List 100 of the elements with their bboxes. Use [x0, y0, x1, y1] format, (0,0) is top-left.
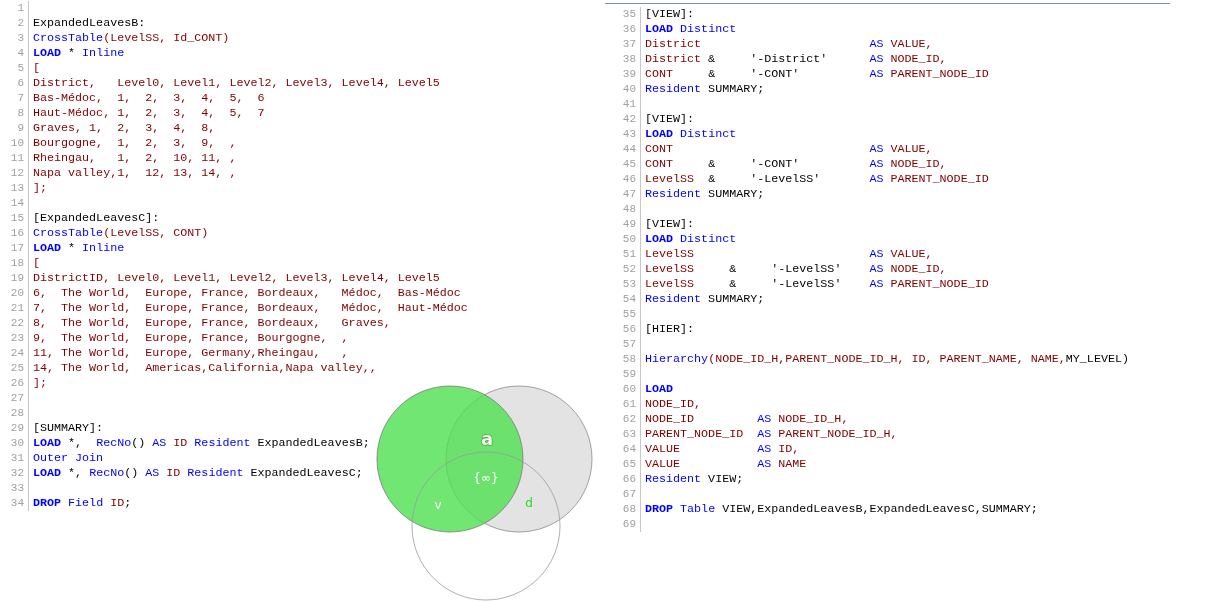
- line-number: 69: [621, 517, 637, 532]
- line-number: 37: [621, 37, 637, 52]
- line-number: 65: [621, 457, 637, 472]
- venn-label: a: [480, 428, 494, 449]
- line-number: 22: [9, 316, 25, 331]
- code-line: LOAD Distinct: [645, 22, 737, 36]
- line-number: 58: [621, 352, 637, 367]
- line-number: 19: [9, 271, 25, 286]
- code-line: Hierarchy(NODE_ID_H,PARENT_NODE_ID_H, ID, PARENT_NAME, NAME,MY_LEVEL): [645, 352, 1129, 366]
- line-number: 66: [621, 472, 637, 487]
- code-line: Resident SUMMARY;: [645, 292, 765, 306]
- code-line: LevelSS & '-LevelSS' AS PARENT_NODE_ID: [645, 277, 989, 291]
- code-line: LOAD * Inline: [33, 241, 125, 255]
- line-number: 10: [9, 136, 25, 151]
- code-line: CrossTable(LevelSS, Id_CONT): [33, 31, 230, 45]
- line-number: 50: [621, 232, 637, 247]
- code-line: ];: [33, 376, 48, 390]
- code-line: 9, The World, Europe, France, Bourgogne, ,: [33, 331, 349, 345]
- venn-label: d: [525, 495, 533, 510]
- line-number: 60: [621, 382, 637, 397]
- code-line: [VIEW]:: [645, 112, 695, 126]
- code-line: LevelSS AS VALUE,: [645, 247, 933, 261]
- line-number: 40: [621, 82, 637, 97]
- code-line: NODE_ID AS NODE_ID_H,: [645, 412, 849, 426]
- code-line: Outer Join: [33, 451, 104, 465]
- line-number: 25: [9, 361, 25, 376]
- line-number: 44: [621, 142, 637, 157]
- code-line: LOAD * Inline: [33, 46, 125, 60]
- code-line: LOAD: [645, 382, 674, 396]
- line-number: 24: [9, 346, 25, 361]
- line-number: 54: [621, 292, 637, 307]
- line-number: 48: [621, 202, 637, 217]
- line-number: 16: [9, 226, 25, 241]
- line-number: 30: [9, 436, 25, 451]
- code-line: District AS VALUE,: [645, 37, 933, 51]
- line-number: 3: [16, 31, 25, 46]
- code-line: District & '-District' AS NODE_ID,: [645, 52, 947, 66]
- venn-label: {∞}: [473, 470, 499, 485]
- line-number: 18: [9, 256, 25, 271]
- code-line: 14, The World, Americas,California,Napa valley,,: [33, 361, 377, 375]
- line-number: 32: [9, 466, 25, 481]
- code-line: [ExpandedLeavesC]:: [33, 211, 160, 225]
- code-line: LOAD *, RecNo() AS ID Resident ExpandedLeavesC;: [33, 466, 363, 480]
- line-number: 52: [621, 262, 637, 277]
- line-number: 49: [621, 217, 637, 232]
- code-line: CONT AS VALUE,: [645, 142, 933, 156]
- line-number: 29: [9, 421, 25, 436]
- code-line: LevelSS & '-LevelSS' AS PARENT_NODE_ID: [645, 172, 989, 186]
- code-line: 6, The World, Europe, France, Bordeaux, Médoc, Bas-Médoc: [33, 286, 461, 300]
- line-number: 61: [621, 397, 637, 412]
- code-line: [HIER]:: [645, 322, 695, 336]
- code-line: DistrictID, Level0, Level1, Level2, Level3, Level4, Level5: [33, 271, 440, 285]
- line-number: 9: [16, 121, 25, 136]
- line-number: 28: [9, 406, 25, 421]
- line-number: 62: [621, 412, 637, 427]
- line-number: 59: [621, 367, 637, 382]
- line-number: 7: [16, 91, 25, 106]
- code-line: Graves, 1, 2, 3, 4, 8,: [33, 121, 216, 135]
- line-number: 55: [621, 307, 637, 322]
- line-number: 21: [9, 301, 25, 316]
- code-line: DROP Field ID;: [33, 496, 132, 510]
- line-number: 39: [621, 67, 637, 82]
- code-line: CONT & '-CONT' AS PARENT_NODE_ID: [645, 67, 989, 81]
- line-number: 64: [621, 442, 637, 457]
- code-line: NODE_ID,: [645, 397, 702, 411]
- line-number: 14: [9, 196, 25, 211]
- line-number: 2: [16, 16, 25, 31]
- code-line: Bas-Médoc, 1, 2, 3, 4, 5, 6: [33, 91, 265, 105]
- code-line: Bourgogne, 1, 2, 3, 9, ,: [33, 136, 237, 150]
- code-line: Napa valley,1, 12, 13, 14, ,: [33, 166, 237, 180]
- line-number: 43: [621, 127, 637, 142]
- code-line: Resident SUMMARY;: [645, 187, 765, 201]
- code-line: [SUMMARY]:: [33, 421, 104, 435]
- line-number: 15: [9, 211, 25, 226]
- code-line: [VIEW]:: [645, 7, 695, 21]
- line-number: 57: [621, 337, 637, 352]
- line-number: 23: [9, 331, 25, 346]
- code-line: Haut-Médoc, 1, 2, 3, 4, 5, 7: [33, 106, 265, 120]
- line-number: 41: [621, 97, 637, 112]
- code-line: PARENT_NODE_ID AS PARENT_NODE_ID_H,: [645, 427, 898, 441]
- line-number: 31: [9, 451, 25, 466]
- code-line: DROP Table VIEW,ExpandedLeavesB,ExpandedLeavesC,SUMMARY;: [645, 502, 1038, 516]
- line-number: 4: [16, 46, 25, 61]
- code-line: Rheingau, 1, 2, 10, 11, ,: [33, 151, 237, 165]
- line-number: 42: [621, 112, 637, 127]
- line-number: 46: [621, 172, 637, 187]
- code-line: VALUE AS ID,: [645, 442, 800, 456]
- code-line: 7, The World, Europe, France, Bordeaux, Médoc, Haut-Médoc: [33, 301, 468, 315]
- line-number: 38: [621, 52, 637, 67]
- code-line: Resident VIEW;: [645, 472, 744, 486]
- code-line: ExpandedLeavesB:: [33, 16, 146, 30]
- line-number: 1: [16, 1, 25, 16]
- line-number: 51: [621, 247, 637, 262]
- code-line: 11, The World, Europe, Germany,Rheingau, ,: [33, 346, 349, 360]
- line-number: 33: [9, 481, 25, 496]
- line-number: 5: [16, 61, 25, 76]
- line-number: 47: [621, 187, 637, 202]
- line-number: 13: [9, 181, 25, 196]
- code-line: [: [33, 61, 40, 75]
- line-number: 63: [621, 427, 637, 442]
